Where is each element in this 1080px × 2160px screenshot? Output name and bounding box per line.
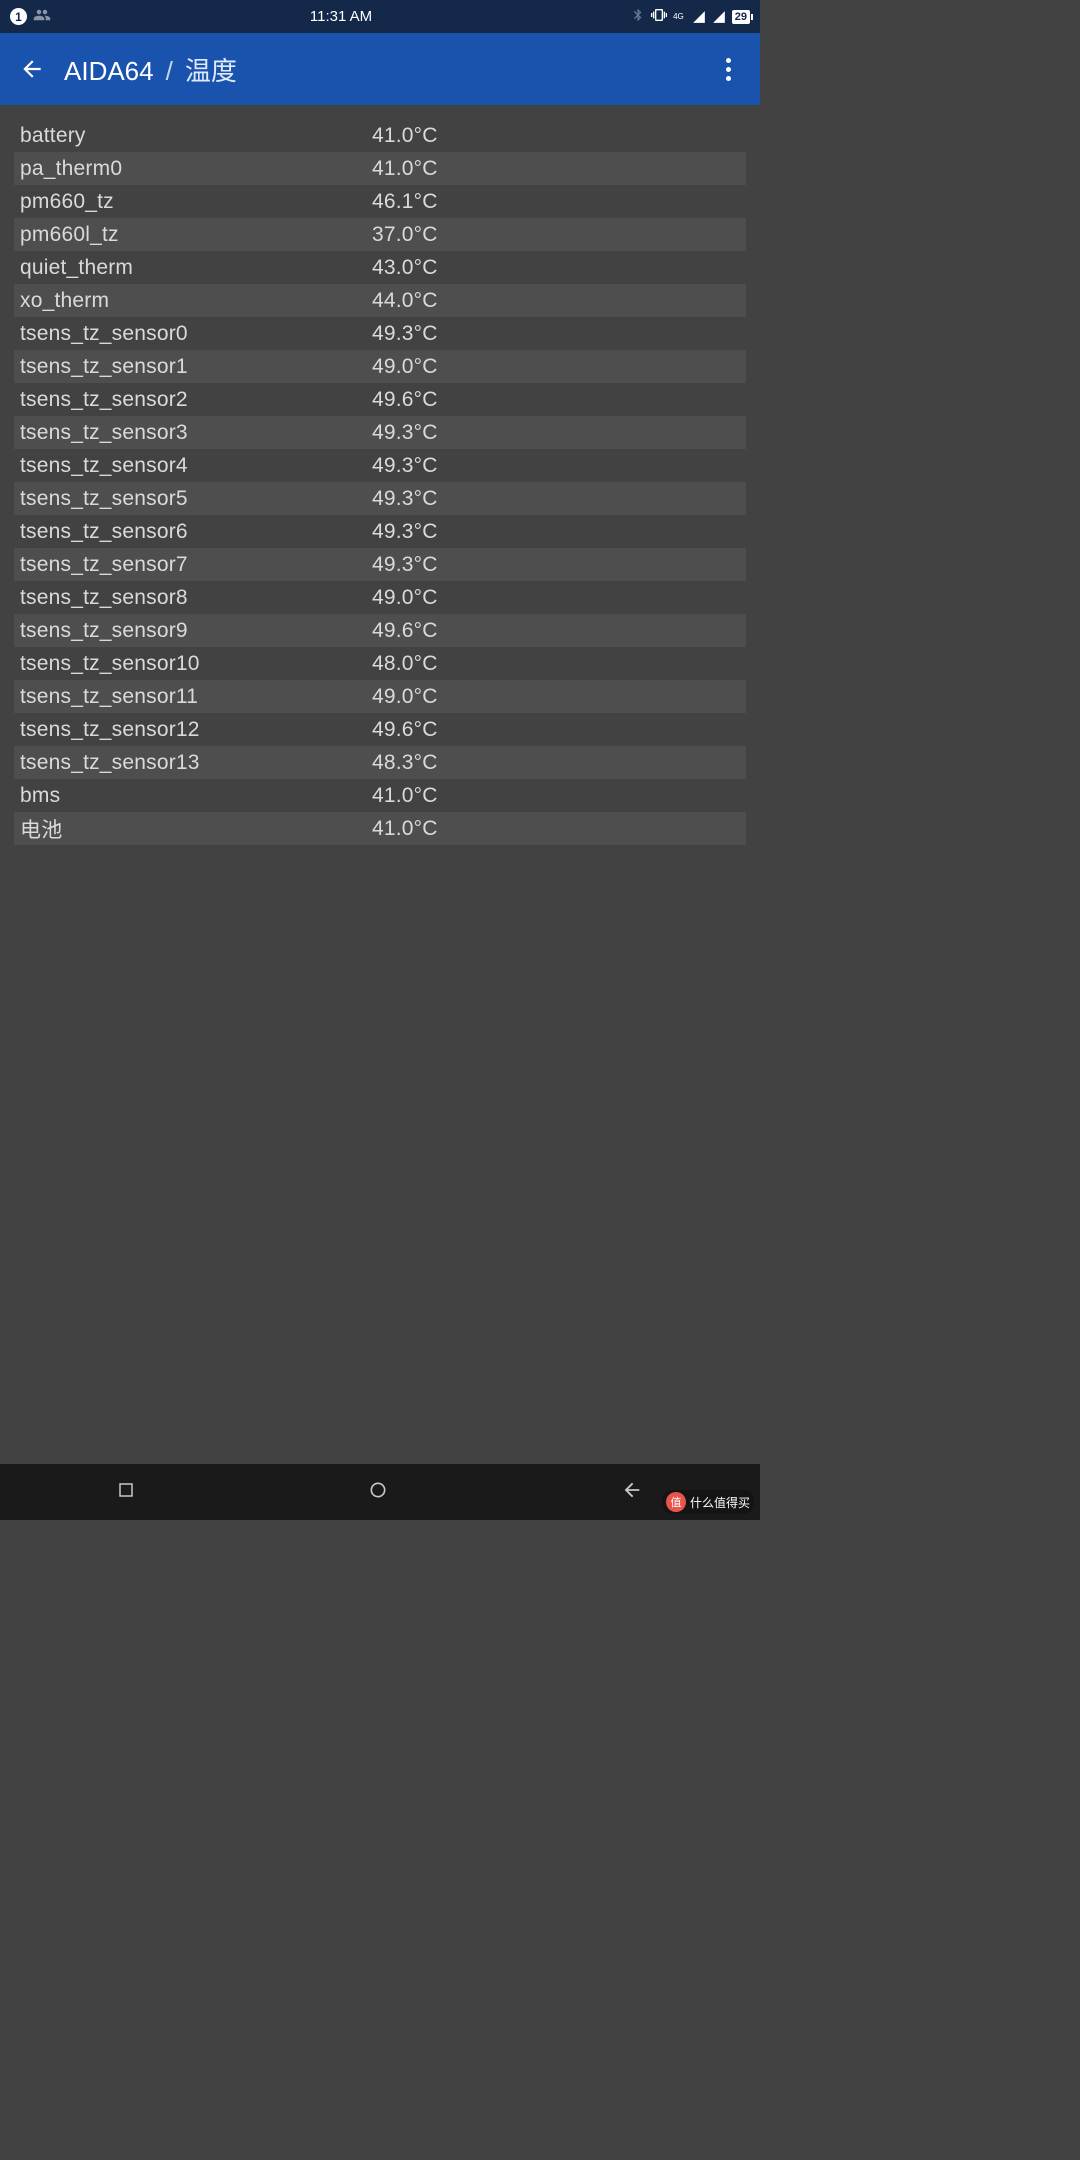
- sensor-label: tsens_tz_sensor3: [14, 421, 372, 445]
- watermark-text: 什么值得买: [690, 1494, 750, 1511]
- sensor-label: tsens_tz_sensor0: [14, 322, 372, 346]
- sensor-row: pm660l_tz37.0°C: [14, 218, 746, 251]
- sensor-label: tsens_tz_sensor8: [14, 586, 372, 610]
- sensor-value: 43.0°C: [372, 256, 746, 280]
- sensor-label: bms: [14, 784, 372, 808]
- signal-icon-1: [692, 10, 706, 24]
- sensor-value: 49.6°C: [372, 718, 746, 742]
- sensor-value: 49.6°C: [372, 388, 746, 412]
- sensor-label: tsens_tz_sensor11: [14, 685, 372, 709]
- sensor-label: quiet_therm: [14, 256, 372, 280]
- sensor-value: 49.3°C: [372, 553, 746, 577]
- breadcrumb-separator: /: [166, 56, 173, 87]
- sensor-value: 49.0°C: [372, 685, 746, 709]
- sensor-value: 37.0°C: [372, 223, 746, 247]
- sensor-value: 46.1°C: [372, 190, 746, 214]
- sensor-row: tsens_tz_sensor349.3°C: [14, 416, 746, 449]
- sensor-value: 49.3°C: [372, 520, 746, 544]
- sensor-value: 48.3°C: [372, 751, 746, 775]
- sensor-row: tsens_tz_sensor449.3°C: [14, 449, 746, 482]
- sensor-label: 电池: [14, 814, 372, 844]
- sensor-label: tsens_tz_sensor6: [14, 520, 372, 544]
- sensor-label: tsens_tz_sensor12: [14, 718, 372, 742]
- sensor-label: tsens_tz_sensor13: [14, 751, 372, 775]
- watermark: 值 什么值得买: [662, 1490, 754, 1514]
- sensor-label: tsens_tz_sensor2: [14, 388, 372, 412]
- sensor-row: xo_therm44.0°C: [14, 284, 746, 317]
- sensor-value: 44.0°C: [372, 289, 746, 313]
- overflow-menu-button[interactable]: [712, 58, 744, 81]
- temperature-list: battery41.0°Cpa_therm041.0°Cpm660_tz46.1…: [0, 105, 760, 845]
- sensor-label: tsens_tz_sensor7: [14, 553, 372, 577]
- sensor-row: tsens_tz_sensor749.3°C: [14, 548, 746, 581]
- battery-level: 29: [732, 10, 750, 24]
- sensor-row: tsens_tz_sensor149.0°C: [14, 350, 746, 383]
- status-time: 11:31 AM: [310, 8, 372, 25]
- sensor-value: 49.6°C: [372, 619, 746, 643]
- sensor-value: 41.0°C: [372, 124, 746, 148]
- nav-recent-button[interactable]: [117, 1481, 135, 1504]
- sensor-row: tsens_tz_sensor1249.6°C: [14, 713, 746, 746]
- sensor-row: pm660_tz46.1°C: [14, 185, 746, 218]
- sensor-value: 41.0°C: [372, 784, 746, 808]
- page-title: 温度: [185, 51, 237, 88]
- android-nav-bar: [0, 1464, 760, 1520]
- watermark-badge: 值: [666, 1492, 686, 1512]
- sensor-value: 48.0°C: [372, 652, 746, 676]
- sensor-value: 41.0°C: [372, 817, 746, 841]
- people-icon: [33, 6, 51, 28]
- nav-back-button[interactable]: [621, 1479, 643, 1506]
- sensor-label: tsens_tz_sensor10: [14, 652, 372, 676]
- back-button[interactable]: [12, 56, 52, 82]
- app-bar: AIDA64 / 温度: [0, 33, 760, 105]
- network-type-label: 4G: [673, 13, 684, 21]
- sensor-label: tsens_tz_sensor4: [14, 454, 372, 478]
- signal-icon-2: [712, 10, 726, 24]
- sensor-value: 49.0°C: [372, 586, 746, 610]
- sensor-row: bms41.0°C: [14, 779, 746, 812]
- sensor-label: tsens_tz_sensor5: [14, 487, 372, 511]
- sensor-row: tsens_tz_sensor1149.0°C: [14, 680, 746, 713]
- sensor-label: tsens_tz_sensor9: [14, 619, 372, 643]
- sensor-label: xo_therm: [14, 289, 372, 313]
- bluetooth-icon: [631, 8, 645, 26]
- nav-home-button[interactable]: [368, 1480, 388, 1505]
- sensor-label: pm660l_tz: [14, 223, 372, 247]
- sensor-row: tsens_tz_sensor1348.3°C: [14, 746, 746, 779]
- app-name: AIDA64: [64, 56, 154, 87]
- sensor-value: 49.3°C: [372, 487, 746, 511]
- sensor-row: tsens_tz_sensor949.6°C: [14, 614, 746, 647]
- sensor-row: tsens_tz_sensor049.3°C: [14, 317, 746, 350]
- sensor-label: battery: [14, 124, 372, 148]
- sensor-row: battery41.0°C: [14, 119, 746, 152]
- sensor-value: 49.3°C: [372, 322, 746, 346]
- sensor-row: tsens_tz_sensor549.3°C: [14, 482, 746, 515]
- sensor-label: pa_therm0: [14, 157, 372, 181]
- sensor-row: tsens_tz_sensor849.0°C: [14, 581, 746, 614]
- sensor-value: 49.0°C: [372, 355, 746, 379]
- sensor-row: 电池41.0°C: [14, 812, 746, 845]
- sensor-label: pm660_tz: [14, 190, 372, 214]
- sensor-row: tsens_tz_sensor649.3°C: [14, 515, 746, 548]
- sensor-row: quiet_therm43.0°C: [14, 251, 746, 284]
- sensor-row: tsens_tz_sensor1048.0°C: [14, 647, 746, 680]
- status-bar: 1 11:31 AM 4G 29: [0, 0, 760, 33]
- sensor-label: tsens_tz_sensor1: [14, 355, 372, 379]
- sensor-value: 49.3°C: [372, 454, 746, 478]
- sensor-value: 49.3°C: [372, 421, 746, 445]
- sensor-row: pa_therm041.0°C: [14, 152, 746, 185]
- notification-badge: 1: [10, 8, 27, 25]
- vibrate-icon: [651, 7, 667, 27]
- sensor-row: tsens_tz_sensor249.6°C: [14, 383, 746, 416]
- sensor-value: 41.0°C: [372, 157, 746, 181]
